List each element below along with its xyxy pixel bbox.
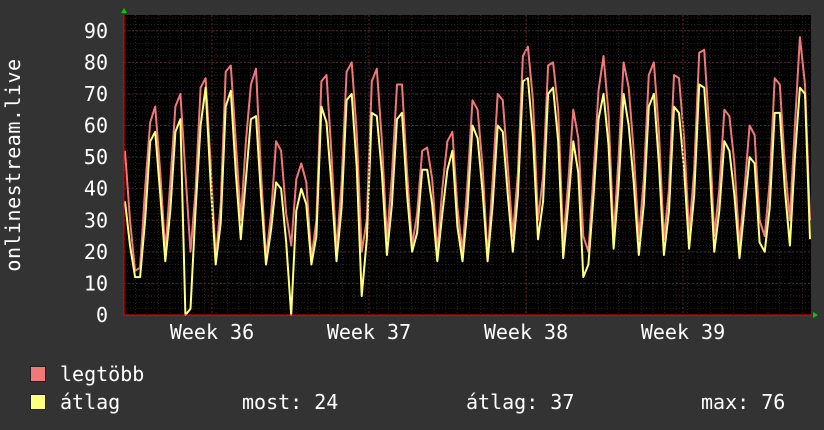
y-tick-label: 0 [96,303,108,327]
x-tick-label: Week 38 [484,320,568,344]
y-tick-label: 80 [84,50,108,74]
y-tick-label: 30 [84,208,108,232]
legend-label-legtobb: legtöbb [60,362,145,386]
stat-avg: átlag: 37 [466,390,575,414]
legend-label-atlag: átlag [60,390,121,414]
y-axis-label: onlinestream.live [1,58,25,272]
y-tick-label: 20 [84,240,108,264]
x-axis-arrow [813,312,818,318]
atlag-swatch [30,394,46,410]
y-axis-arrow [121,8,127,13]
y-tick-label: 50 [84,145,108,169]
x-tick-label: Week 36 [170,320,254,344]
stat-max: max: 76 [701,390,786,414]
y-axis-label-wrap: onlinestream.live [0,0,26,318]
x-tick-label: Week 37 [327,320,411,344]
y-tick-label: 60 [84,114,108,138]
legend-row-legtobb: legtöbb [30,362,144,386]
y-tick-label: 40 [84,177,108,201]
legend-row-atlag: átlag most: 24 átlag: 37 max: 76 [30,390,810,414]
stat-now: most: 24 [242,390,339,414]
x-tick-label: Week 39 [641,320,725,344]
legtobb-swatch [30,366,46,382]
y-tick-label: 90 [84,19,108,43]
chart-stage: 0 10 20 30 40 50 60 70 80 90 Week 36 Week 37 Week 38… [0,0,824,430]
y-tick-label: 10 [84,271,108,295]
y-tick-label: 70 [84,82,108,106]
